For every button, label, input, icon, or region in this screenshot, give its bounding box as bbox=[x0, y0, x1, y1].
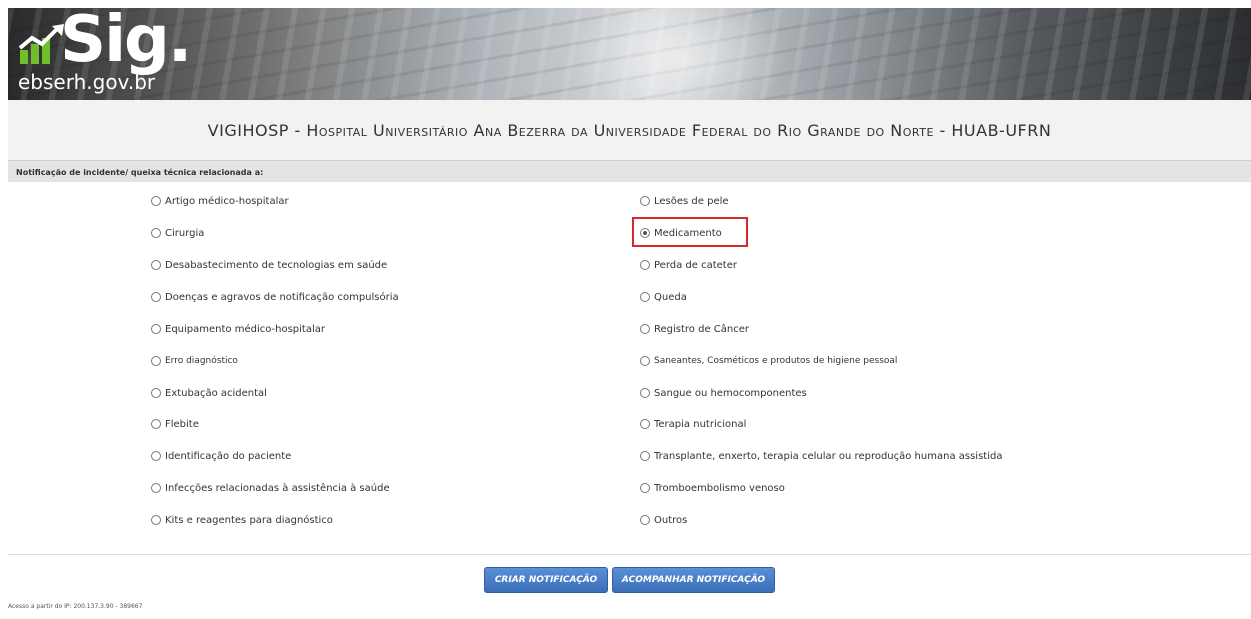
option-transplante-enxerto[interactable]: Transplante, enxerto, terapia celular ou… bbox=[640, 446, 1002, 466]
radio-button[interactable] bbox=[151, 515, 161, 525]
option-doencas-agravos[interactable]: Doenças e agravos de notificação compuls… bbox=[151, 287, 399, 307]
radio-button[interactable] bbox=[640, 356, 650, 366]
radio-button[interactable] bbox=[151, 356, 161, 366]
option-tromboembolismo-venoso[interactable]: Tromboembolismo venoso bbox=[640, 478, 785, 498]
create-notification-button[interactable]: CRIAR NOTIFICAÇÃO bbox=[484, 567, 608, 593]
option-cirurgia[interactable]: Cirurgia bbox=[151, 223, 204, 243]
radio-button[interactable] bbox=[151, 483, 161, 493]
sig-logo[interactable]: Sig. ebserh.gov.br bbox=[16, 8, 192, 98]
option-extubacao-acidental[interactable]: Extubação acidental bbox=[151, 383, 267, 403]
banner-glare bbox=[568, 8, 788, 100]
access-ip-text: Acesso a partir do IP: 200.137.3.90 - 38… bbox=[8, 603, 143, 610]
radio-button[interactable] bbox=[640, 483, 650, 493]
logo-sig-text: Sig. bbox=[60, 8, 192, 77]
option-registro-cancer[interactable]: Registro de Câncer bbox=[640, 319, 749, 339]
radio-button-checked[interactable] bbox=[640, 228, 650, 238]
option-artigo-medico-hospitalar[interactable]: Artigo médico-hospitalar bbox=[151, 191, 289, 211]
radio-button[interactable] bbox=[151, 324, 161, 334]
option-flebite[interactable]: Flebite bbox=[151, 414, 199, 434]
radio-button[interactable] bbox=[151, 260, 161, 270]
radio-button[interactable] bbox=[151, 292, 161, 302]
title-bar: VIGIHOSP - Hospital Universitário Ana Be… bbox=[8, 100, 1251, 160]
option-infeccoes[interactable]: Infecções relacionadas à assistência à s… bbox=[151, 478, 390, 498]
option-queda[interactable]: Queda bbox=[640, 287, 687, 307]
option-lesoes-pele[interactable]: Lesões de pele bbox=[640, 191, 729, 211]
radio-button[interactable] bbox=[151, 419, 161, 429]
logo-domain-text: ebserh.gov.br bbox=[18, 70, 156, 94]
page-title: VIGIHOSP - Hospital Universitário Ana Be… bbox=[207, 120, 1052, 140]
radio-button[interactable] bbox=[151, 388, 161, 398]
radio-button[interactable] bbox=[640, 388, 650, 398]
section-header: Notificação de incidente/ queixa técnica… bbox=[8, 160, 1251, 183]
option-erro-diagnostico[interactable]: Erro diagnóstico bbox=[151, 351, 238, 371]
header-banner: Sig. ebserh.gov.br bbox=[8, 8, 1251, 100]
option-kits-reagentes[interactable]: Kits e reagentes para diagnóstico bbox=[151, 510, 333, 530]
app-root: Sig. ebserh.gov.br VIGIHOSP - Hospital U… bbox=[0, 0, 1251, 619]
radio-button[interactable] bbox=[640, 451, 650, 461]
radio-button[interactable] bbox=[640, 324, 650, 334]
section-label: Notificação de incidente/ queixa técnica… bbox=[16, 167, 264, 177]
option-desabastecimento[interactable]: Desabastecimento de tecnologias em saúde bbox=[151, 255, 387, 275]
option-terapia-nutricional[interactable]: Terapia nutricional bbox=[640, 414, 746, 434]
follow-notification-button[interactable]: ACOMPANHAR NOTIFICAÇÃO bbox=[612, 567, 775, 593]
radio-button[interactable] bbox=[640, 515, 650, 525]
radio-button[interactable] bbox=[151, 451, 161, 461]
option-sangue-hemocomponentes[interactable]: Sangue ou hemocomponentes bbox=[640, 383, 807, 403]
radio-button[interactable] bbox=[640, 260, 650, 270]
radio-button[interactable] bbox=[640, 196, 650, 206]
option-identificacao-paciente[interactable]: Identificação do paciente bbox=[151, 446, 291, 466]
option-equipamento-medico-hospitalar[interactable]: Equipamento médico-hospitalar bbox=[151, 319, 325, 339]
action-buttons: CRIAR NOTIFICAÇÃO ACOMPANHAR NOTIFICAÇÃO bbox=[0, 567, 1251, 593]
option-outros[interactable]: Outros bbox=[640, 510, 687, 530]
radio-button[interactable] bbox=[640, 419, 650, 429]
option-perda-cateter[interactable]: Perda de cateter bbox=[640, 255, 737, 275]
incident-type-options: Artigo médico-hospitalar Cirurgia Desaba… bbox=[8, 182, 1251, 555]
radio-button[interactable] bbox=[640, 292, 650, 302]
radio-button[interactable] bbox=[151, 196, 161, 206]
option-saneantes-cosmeticos[interactable]: Saneantes, Cosméticos e produtos de higi… bbox=[640, 351, 897, 371]
radio-button[interactable] bbox=[151, 228, 161, 238]
option-medicamento[interactable]: Medicamento bbox=[632, 217, 748, 247]
